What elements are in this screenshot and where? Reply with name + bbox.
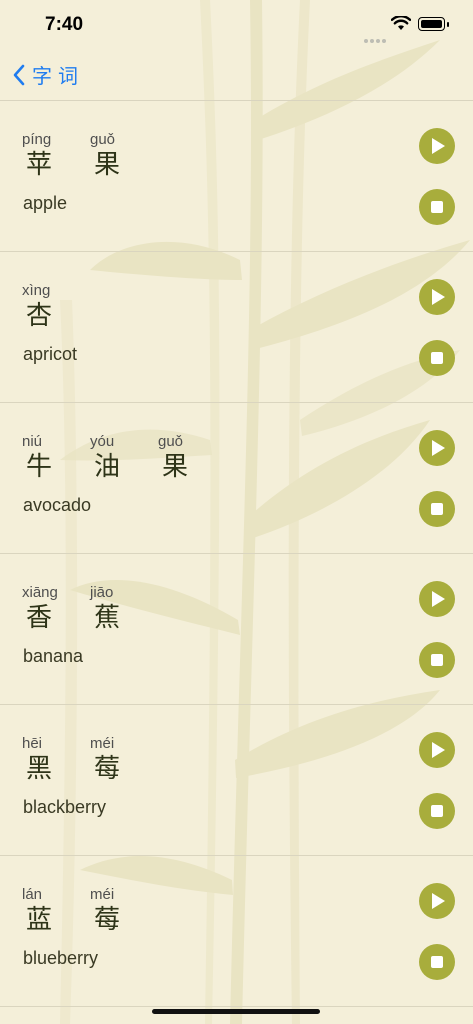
stop-button[interactable] [419,944,455,980]
back-button[interactable]: 字词 [12,60,84,89]
status-time: 7:40 [45,14,84,35]
character-group: xiāng 香 jiāo 蕉 [22,584,158,633]
play-button[interactable] [419,430,455,466]
wifi-icon [391,16,411,30]
hanzi: 果 [94,150,121,180]
play-icon [432,591,445,607]
english-translation: apple [23,193,68,213]
english-translation: blackberry [23,797,107,817]
hanzi: 黑 [26,754,53,784]
character-group: xìng 杏 [22,282,90,331]
cellular-signal-icon [364,28,388,47]
character: niú 牛 [22,433,90,482]
character: xiāng 香 [22,584,90,633]
character: yóu 油 [90,433,158,482]
english-translation: blueberry [23,948,99,968]
stop-icon [431,352,443,364]
play-button[interactable] [419,279,455,315]
character-group: píng 苹 guǒ 果 [22,131,158,180]
status-bar: 7:40 [0,0,473,52]
character: jiāo 蕉 [90,584,158,633]
list-item: hēi 黑 méi 莓 blackberry [0,705,473,856]
character-group: lán 蓝 méi 莓 [22,886,158,935]
hanzi: 莓 [94,905,121,935]
character: lán 蓝 [22,886,90,935]
stop-button[interactable] [419,340,455,376]
character: guǒ 果 [158,433,226,482]
character: hēi 黑 [22,735,90,784]
play-icon [432,289,445,305]
character: méi 莓 [90,886,158,935]
list-item: lán 蓝 méi 莓 blueberry [0,856,473,1007]
hanzi: 蓝 [26,905,53,935]
stop-button[interactable] [419,793,455,829]
play-button[interactable] [419,581,455,617]
back-button-label: 字词 [32,64,84,88]
pinyin: yóu [90,433,115,450]
english-translation: banana [23,646,84,666]
pinyin: méi [90,886,115,903]
play-icon [432,742,445,758]
hanzi: 杏 [26,301,53,331]
character: guǒ 果 [90,131,158,180]
stop-button[interactable] [419,189,455,225]
play-icon [432,138,445,154]
play-icon [432,440,445,456]
character-group: niú 牛 yóu 油 guǒ 果 [22,433,226,482]
pinyin: hēi [22,735,43,752]
hanzi: 油 [94,452,121,482]
home-indicator[interactable] [152,1009,320,1014]
pinyin: niú [22,433,43,450]
hanzi: 蕉 [94,603,121,633]
word-list: píng 苹 guǒ 果 apple xìng 杏 apricot niú 牛 … [0,101,473,1007]
english-translation: apricot [23,344,78,364]
hanzi: 苹 [26,150,53,180]
hanzi: 香 [26,603,53,633]
character: méi 莓 [90,735,158,784]
pinyin: jiāo [90,584,114,601]
stop-button[interactable] [419,491,455,527]
hanzi: 果 [162,452,189,482]
pinyin: guǒ [158,433,184,450]
english-translation: avocado [23,495,92,515]
character-group: hēi 黑 méi 莓 [22,735,158,784]
play-icon [432,893,445,909]
pinyin: píng [22,131,52,148]
stop-icon [431,503,443,515]
pinyin: xiāng [22,584,58,601]
hanzi: 莓 [94,754,121,784]
chevron-left-icon [13,64,25,85]
pinyin: xìng [22,282,51,299]
list-item: xìng 杏 apricot [0,252,473,403]
stop-icon [431,201,443,213]
pinyin: lán [22,886,43,903]
stop-icon [431,654,443,666]
list-item: xiāng 香 jiāo 蕉 banana [0,554,473,705]
battery-icon [418,17,449,31]
navigation-bar: 字词 [0,52,473,101]
play-button[interactable] [419,128,455,164]
stop-icon [431,805,443,817]
stop-button[interactable] [419,642,455,678]
pinyin: guǒ [90,131,116,148]
list-item: píng 苹 guǒ 果 apple [0,101,473,252]
play-button[interactable] [419,732,455,768]
list-item: niú 牛 yóu 油 guǒ 果 avocado [0,403,473,554]
character: píng 苹 [22,131,90,180]
play-button[interactable] [419,883,455,919]
pinyin: méi [90,735,115,752]
hanzi: 牛 [26,452,53,482]
character: xìng 杏 [22,282,90,331]
stop-icon [431,956,443,968]
